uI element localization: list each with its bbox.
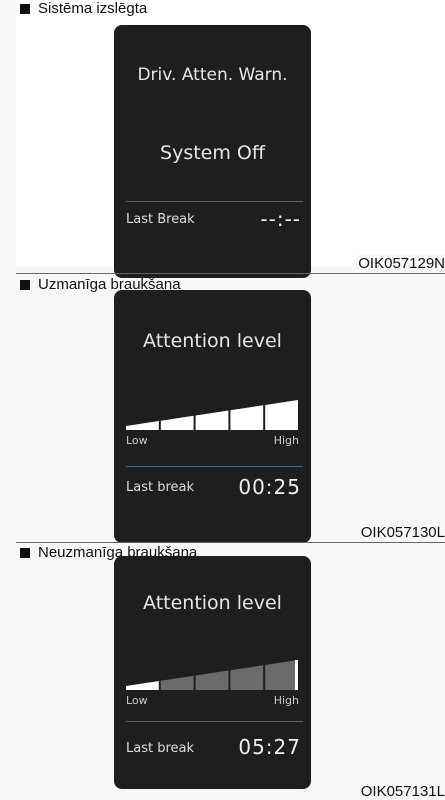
section-separator — [16, 542, 445, 543]
cluster-display-system-off: Driv. Atten. Warn. System Off Last Break… — [114, 25, 311, 278]
display-title: Attention level — [143, 592, 282, 614]
gauge-segment — [126, 681, 159, 690]
cluster-display-inattentive: Attention level Low High Last break 05:2… — [114, 556, 311, 789]
figure-code: OIK057130L — [358, 524, 445, 541]
display-divider — [126, 466, 303, 467]
last-break-value: 05:27 — [238, 735, 301, 759]
gauge-segment — [230, 665, 264, 690]
attention-gauge — [126, 400, 298, 430]
square-bullet-icon — [20, 4, 30, 14]
section-separator — [16, 273, 445, 274]
gauge-high-label: High — [273, 694, 299, 707]
gauge-end-marker — [295, 660, 298, 690]
last-break-label: Last break — [126, 741, 195, 756]
gauge-segment — [195, 670, 229, 690]
gauge-low-label: Low — [126, 694, 148, 707]
gauge-low-label: Low — [126, 434, 148, 447]
square-bullet-icon — [20, 548, 30, 558]
system-status: System Off — [160, 142, 265, 164]
last-break-label: Last break — [126, 480, 195, 495]
attention-gauge — [126, 660, 298, 690]
display-title: Driv. Atten. Warn. — [137, 65, 288, 85]
gauge-high-label: High — [273, 434, 299, 447]
display-divider — [126, 721, 303, 722]
last-break-label: Last Break — [126, 212, 195, 227]
figure-code: OIK057131L — [358, 783, 445, 800]
section-caption: Sistēma izslēgta — [20, 0, 147, 18]
gauge-segment — [160, 415, 194, 430]
gauge-segment — [160, 675, 194, 690]
last-break-value: --:-- — [260, 207, 301, 231]
caption-text: Sistēma izslēgta — [38, 0, 148, 17]
gauge-segment — [265, 660, 298, 690]
gauge-segment — [195, 410, 229, 430]
gauge-segment — [265, 400, 298, 430]
last-break-value: 00:25 — [238, 475, 301, 499]
display-divider — [126, 201, 303, 202]
display-title: Attention level — [143, 330, 282, 352]
figure-code: OIK057129N — [356, 255, 445, 272]
square-bullet-icon — [20, 280, 30, 290]
gauge-segment — [230, 405, 264, 430]
cluster-display-attentive: Attention level Low High Last break 00:2… — [114, 290, 311, 543]
gauge-segment — [126, 421, 159, 430]
